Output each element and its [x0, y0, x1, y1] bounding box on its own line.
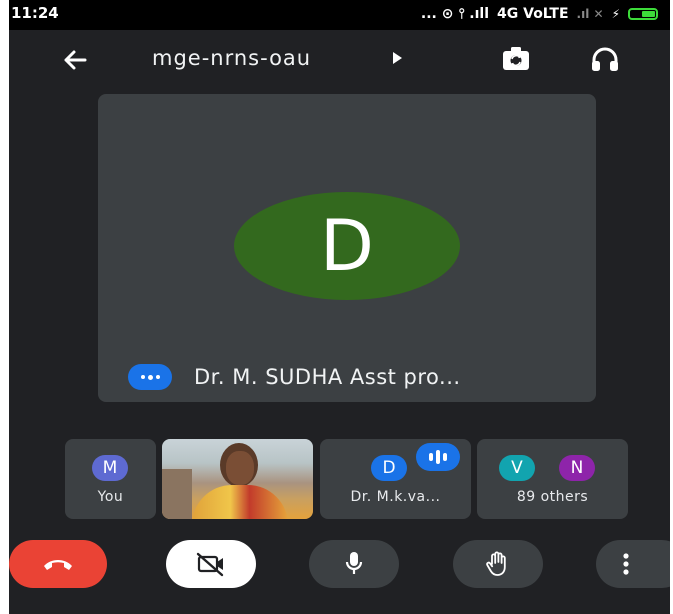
video-off-icon [196, 552, 224, 577]
microphone-toggle-button[interactable] [309, 540, 399, 588]
wifi-icon: .ıl ✕ [576, 7, 604, 21]
speaker-avatar: D [234, 192, 460, 300]
more-options-button[interactable] [596, 540, 670, 588]
headphones-icon[interactable] [587, 44, 623, 76]
avatar: N [559, 455, 595, 481]
speaker-name-row: Dr. M. SUDHA Asst pro... [128, 364, 461, 390]
status-bar: 11:24 ... ⊙ ⫯ .ıll 4G VoLTE .ıl ✕ ⚡ [9, 0, 670, 30]
network-type: 4G VoLTE [497, 6, 569, 22]
raise-hand-button[interactable] [453, 540, 543, 588]
camera-toggle-button[interactable] [166, 540, 256, 588]
participant-label: Dr. M.k.va... [350, 489, 441, 505]
back-arrow-icon[interactable] [57, 42, 93, 78]
mic-icon [345, 552, 363, 574]
avatar: V [499, 455, 535, 481]
charging-icon: ⚡ [611, 7, 620, 21]
speaking-indicator-icon [416, 443, 460, 471]
meeting-top-bar: mge-nrns-oau [9, 34, 670, 86]
participant-tile-video[interactable] [162, 439, 313, 519]
status-indicators: ... ⊙ ⫯ .ıll 4G VoLTE .ıl ✕ ⚡ [421, 6, 658, 22]
more-vert-icon [623, 553, 629, 575]
speaker-name: Dr. M. SUDHA Asst pro... [194, 365, 461, 389]
meeting-code[interactable]: mge-nrns-oau [152, 46, 311, 70]
hang-up-icon [44, 560, 72, 570]
avatar: M [92, 455, 128, 481]
switch-camera-icon[interactable] [499, 44, 535, 76]
status-time: 11:24 [11, 4, 59, 22]
avatar: D [371, 455, 407, 481]
participant-video-feed [162, 439, 313, 519]
status-icons: ... ⊙ ⫯ .ıll [420, 6, 490, 22]
meet-screen: 11:24 ... ⊙ ⫯ .ıll 4G VoLTE .ıl ✕ ⚡ mge-… [9, 0, 670, 614]
speaking-indicator-icon [128, 364, 172, 390]
participant-label: You [97, 489, 124, 505]
raise-hand-icon [486, 551, 506, 576]
active-speaker-tile[interactable]: D Dr. M. SUDHA Asst pro... [98, 94, 596, 402]
meeting-details-caret-icon[interactable] [393, 52, 402, 64]
participant-label: 89 others [516, 489, 589, 505]
participant-tile-self[interactable]: M You [65, 439, 156, 519]
battery-icon [628, 8, 658, 20]
participant-tile-others[interactable]: V N 89 others [477, 439, 628, 519]
end-call-button[interactable] [9, 540, 107, 588]
participant-tile-dr-mk[interactable]: D Dr. M.k.va... [320, 439, 471, 519]
